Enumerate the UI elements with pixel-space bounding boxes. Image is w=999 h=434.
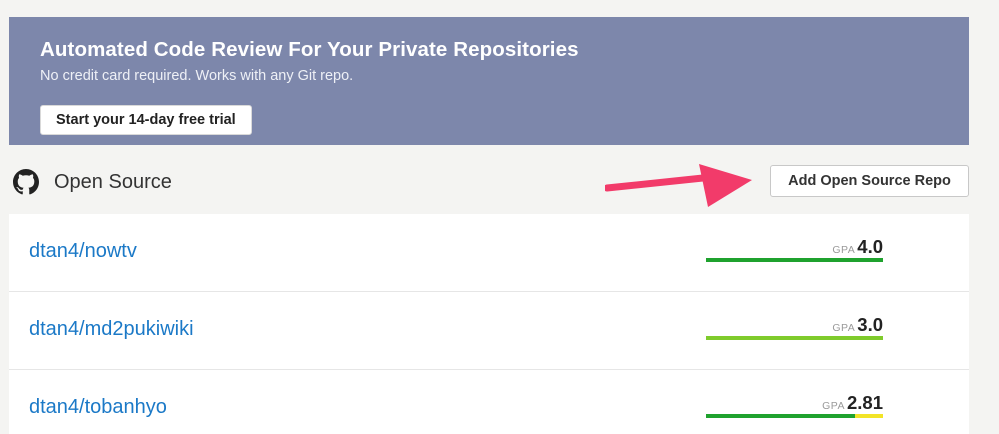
start-trial-button[interactable]: Start your 14-day free trial — [40, 105, 252, 135]
add-open-source-repo-button[interactable]: Add Open Source Repo — [770, 165, 969, 197]
banner-subtitle: No credit card required. Works with any … — [40, 68, 354, 84]
gpa-label: GPA — [832, 244, 856, 256]
arrow-right-icon — [605, 164, 752, 207]
gpa-label: GPA — [822, 400, 845, 412]
upgrade-banner: Automated Code Review For Your Private R… — [9, 17, 969, 145]
gpa-value: 3.0 — [857, 314, 883, 335]
rating-segment — [706, 414, 855, 418]
repo-row: dtan4/md2pukiwiki GPA 3.0 — [9, 292, 969, 370]
section-title: Open Source — [54, 170, 172, 193]
rating-segment — [854, 414, 883, 418]
gpa-rating-bar — [706, 336, 883, 340]
repo-list: dtan4/nowtv GPA 4.0 dtan4/md2pukiwiki GPA 3.0… — [9, 214, 969, 434]
rating-segment — [706, 258, 883, 262]
banner-title: Automated Code Review For Your Private R… — [40, 38, 579, 61]
gpa-rating-bar — [706, 414, 883, 418]
repo-row: dtan4/tobanhyo GPA 2.81 — [9, 370, 969, 434]
gpa-score: GPA 4.0 — [832, 236, 883, 258]
codeclimate-dashboard: Automated Code Review For Your Private R… — [0, 0, 999, 434]
gpa-score: GPA 3.0 — [832, 314, 883, 336]
github-icon — [13, 169, 39, 195]
repo-link[interactable]: dtan4/md2pukiwiki — [29, 318, 194, 341]
repo-row: dtan4/nowtv GPA 4.0 — [9, 214, 969, 292]
open-source-header: Open Source — [13, 166, 172, 198]
gpa-label: GPA — [832, 322, 856, 334]
rating-segment — [706, 336, 883, 340]
gpa-value: 2.81 — [846, 392, 883, 413]
gpa-score: GPA 2.81 — [822, 392, 883, 414]
repo-link[interactable]: dtan4/tobanhyo — [29, 396, 167, 419]
gpa-rating-bar — [706, 258, 883, 262]
repo-link[interactable]: dtan4/nowtv — [29, 240, 137, 263]
gpa-value: 4.0 — [857, 236, 883, 257]
